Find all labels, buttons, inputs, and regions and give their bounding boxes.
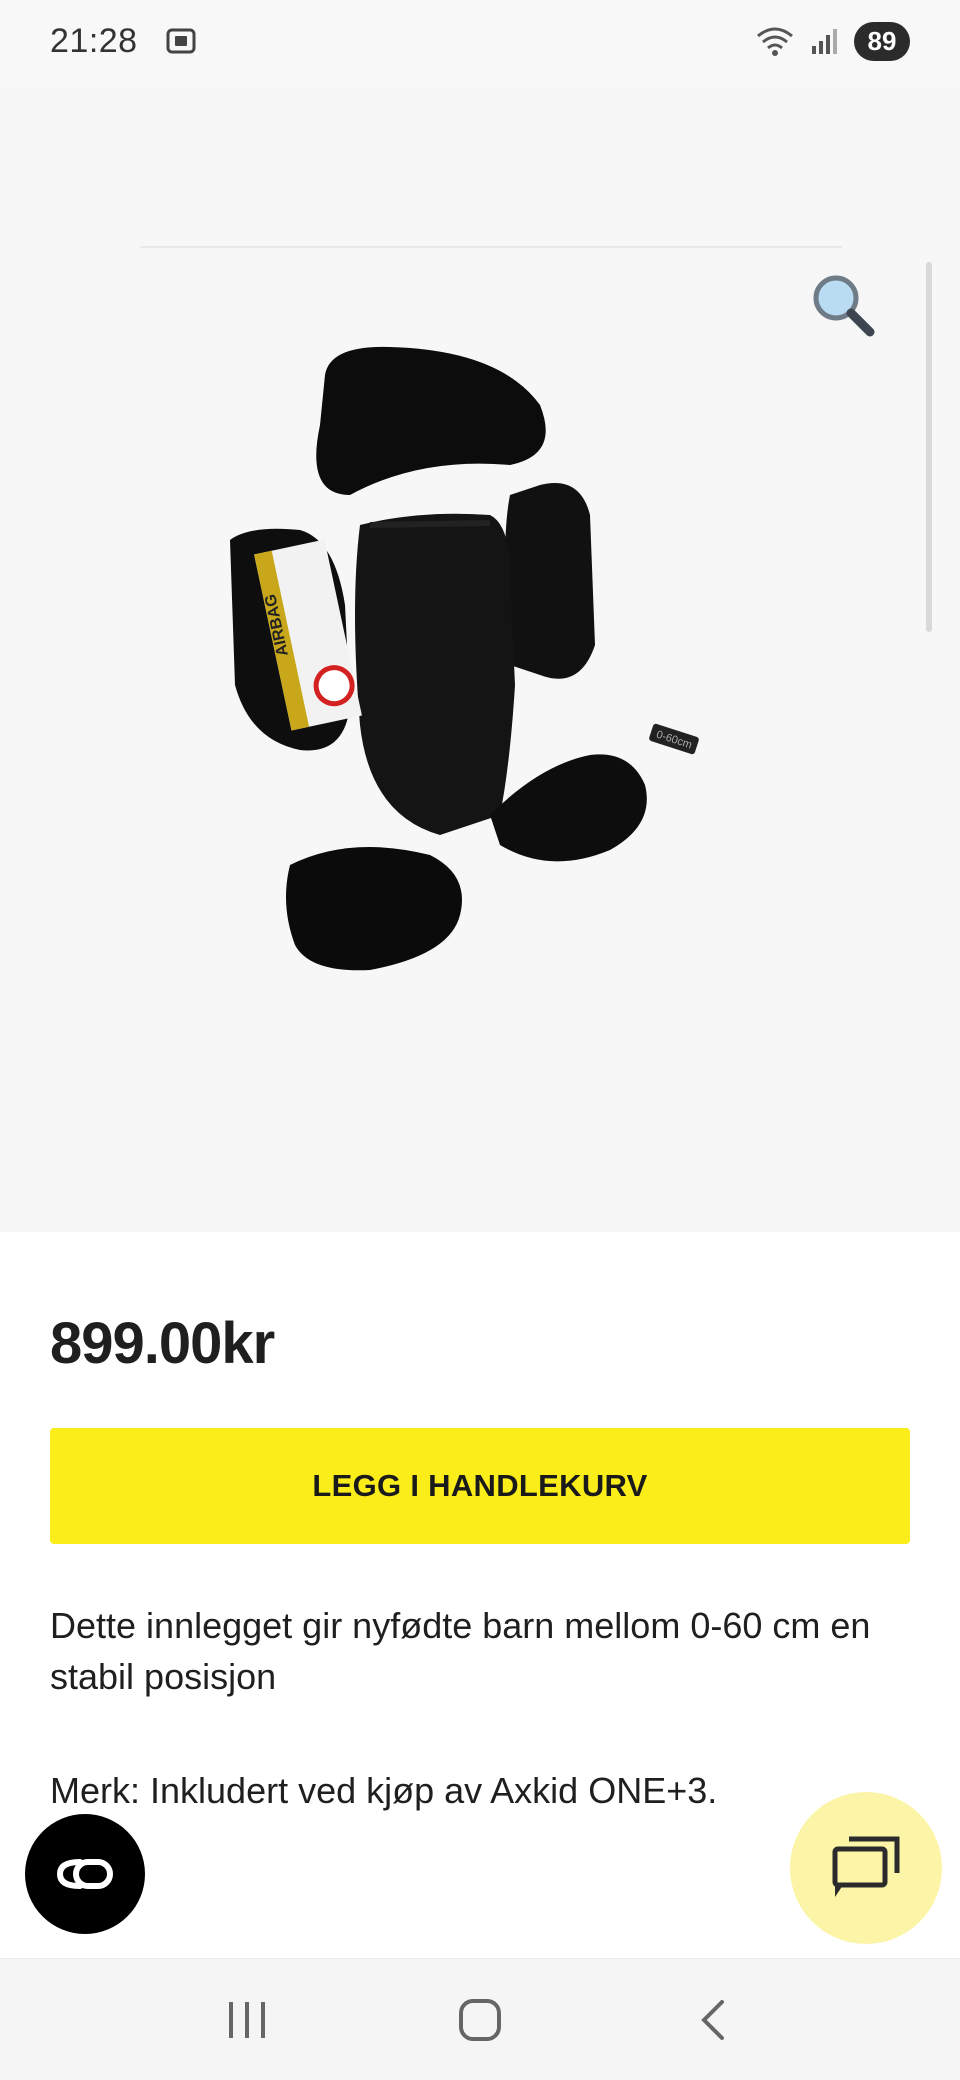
product-description: Dette innlegget gir nyfødte barn mellom … (50, 1605, 871, 1697)
product-price: 899.00kr (50, 1311, 275, 1376)
gallery-scrollbar[interactable] (926, 262, 932, 632)
recents-button[interactable] (207, 1980, 287, 2060)
screenshot-icon (166, 28, 196, 54)
status-bar: 21:28 89 (0, 0, 960, 82)
status-left: 21:28 (50, 22, 198, 61)
home-button[interactable] (440, 1980, 520, 2060)
system-nav-bar (0, 1958, 960, 2080)
product-image[interactable]: AIRBAG 0-60cm (210, 345, 750, 985)
wifi-icon (757, 27, 793, 56)
magnifier-icon[interactable] (808, 270, 876, 338)
home-icon (458, 1998, 501, 2041)
recents-icon (228, 2001, 265, 2038)
status-time: 21:28 (50, 21, 138, 60)
product-note: Merk: Inkludert ved kjøp av Axkid ONE+3. (50, 1770, 718, 1811)
back-button[interactable] (673, 1980, 753, 2060)
signal-icon (812, 29, 837, 54)
chat-icon (832, 1836, 900, 1897)
co-button[interactable] (25, 1814, 145, 1934)
back-icon (701, 1999, 725, 2040)
add-to-cart-button[interactable]: LEGG I HANDLEKURV (50, 1428, 910, 1544)
status-right: 89 (754, 21, 910, 61)
chat-button[interactable] (790, 1792, 942, 1944)
battery-indicator: 89 (854, 21, 910, 61)
gallery-divider (140, 246, 842, 248)
co-icon (56, 1859, 113, 1889)
